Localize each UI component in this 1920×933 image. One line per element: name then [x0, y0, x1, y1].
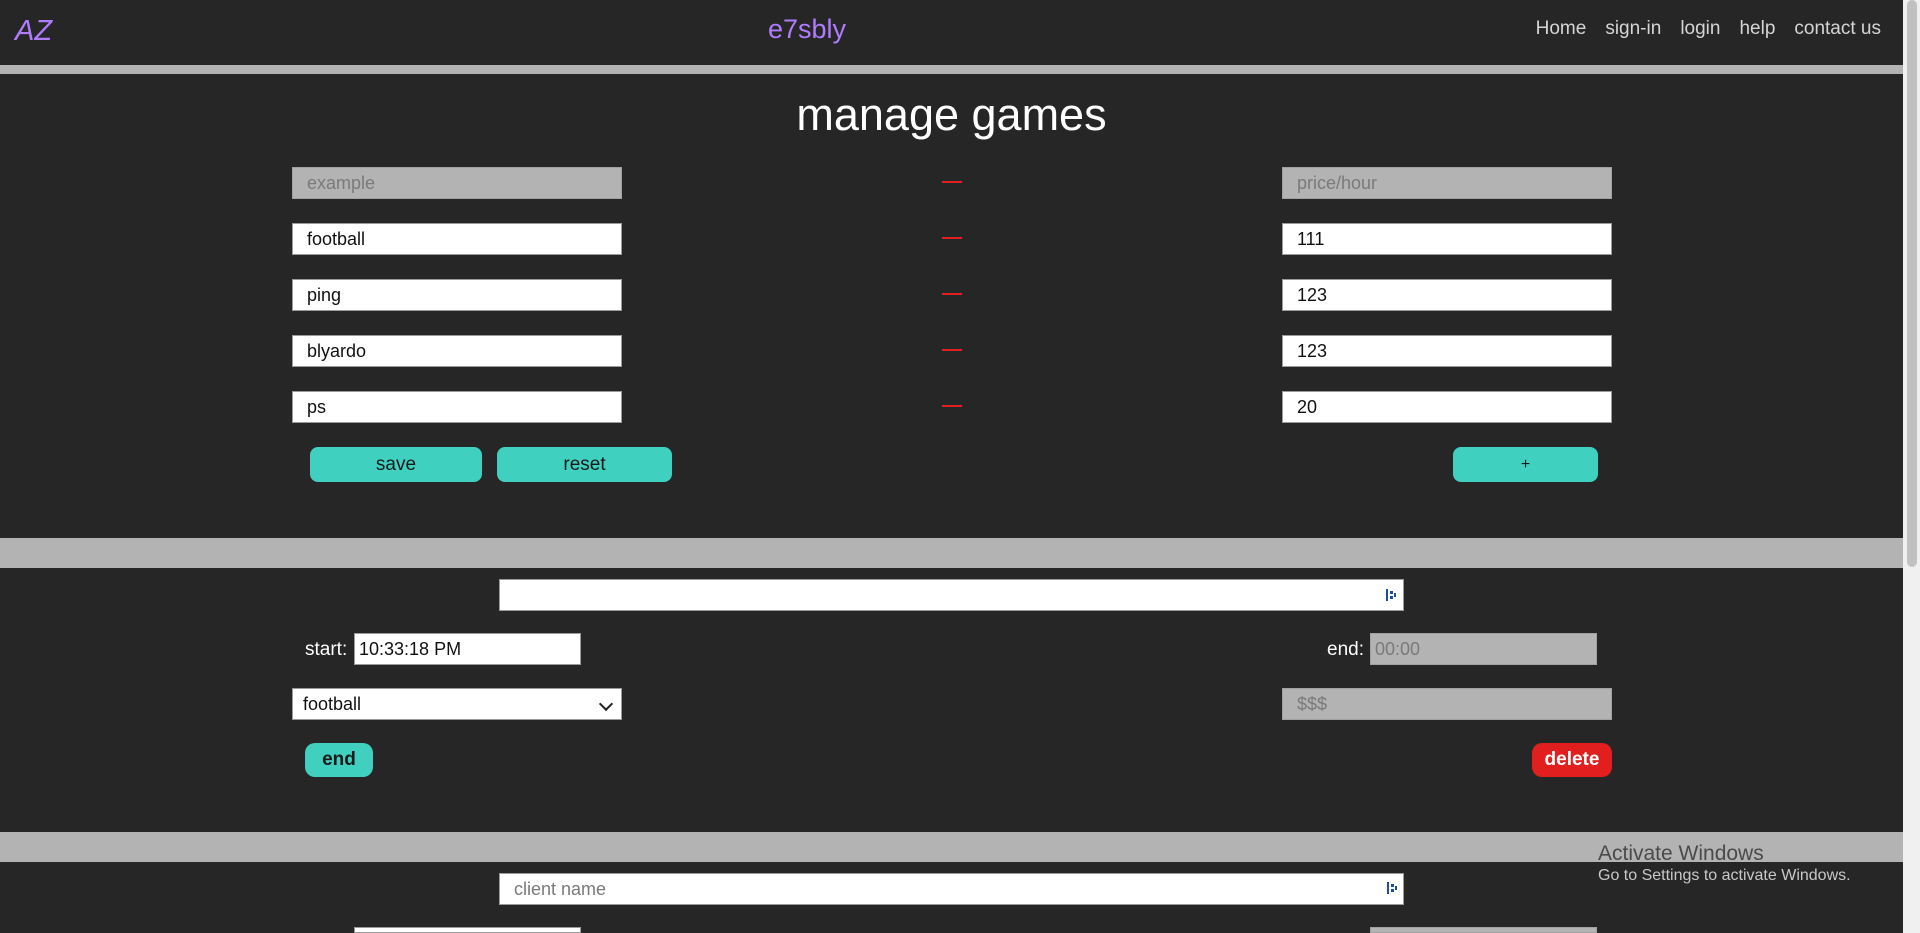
- scrollbar-thumb[interactable]: [1907, 0, 1917, 567]
- nav-link-home[interactable]: Home: [1536, 18, 1587, 40]
- activation-watermark-title: Activate Windows: [1598, 842, 1764, 865]
- logo[interactable]: AZ: [15, 15, 52, 48]
- site-title: e7sbly: [768, 14, 847, 44]
- start-time-input[interactable]: [354, 633, 581, 665]
- vertical-scrollbar[interactable]: [1903, 0, 1920, 933]
- remove-row-icon[interactable]: [942, 181, 962, 183]
- reset-button[interactable]: reset: [497, 447, 672, 482]
- game-price-input[interactable]: [1282, 279, 1612, 311]
- page-title: manage games: [796, 89, 1107, 140]
- add-game-button[interactable]: +: [1453, 447, 1598, 482]
- end-time-input[interactable]: [1370, 633, 1597, 665]
- chevron-down-icon: [598, 696, 614, 712]
- delete-session-button[interactable]: delete: [1532, 743, 1612, 777]
- navbar: AZ e7sbly Home sign-in login help contac…: [0, 0, 1903, 65]
- remove-row-icon[interactable]: [942, 293, 962, 295]
- price-per-hour-input-new[interactable]: [1282, 167, 1612, 199]
- start-time-input[interactable]: [354, 927, 581, 933]
- nav-link-help[interactable]: help: [1739, 18, 1775, 40]
- client-name-input[interactable]: [499, 579, 1404, 611]
- remove-row-icon[interactable]: [942, 349, 962, 351]
- activation-watermark-subtitle: Go to Settings to activate Windows.: [1598, 867, 1851, 884]
- remove-row-icon[interactable]: [942, 237, 962, 239]
- game-select[interactable]: football: [292, 688, 622, 720]
- game-price-input[interactable]: [1282, 223, 1612, 255]
- game-price-input[interactable]: [1282, 335, 1612, 367]
- contact-picker-icon[interactable]: [1385, 588, 1397, 602]
- client-name-input[interactable]: [499, 873, 1404, 905]
- end-label: end:: [1327, 639, 1364, 660]
- save-button[interactable]: save: [310, 447, 482, 482]
- price-output[interactable]: [1282, 688, 1612, 720]
- game-name-input[interactable]: [292, 335, 622, 367]
- section-divider: [0, 538, 1903, 568]
- nav-links: Home sign-in login help contact us: [1536, 18, 1881, 40]
- remove-row-icon[interactable]: [942, 405, 962, 407]
- game-name-input[interactable]: [292, 391, 622, 423]
- game-name-input[interactable]: [292, 223, 622, 255]
- start-label: start:: [305, 639, 348, 660]
- section-divider: [0, 65, 1903, 74]
- nav-link-sign-in[interactable]: sign-in: [1605, 18, 1661, 40]
- game-name-input[interactable]: [292, 279, 622, 311]
- end-session-button[interactable]: end: [305, 743, 373, 777]
- end-time-input[interactable]: [1370, 927, 1597, 933]
- page: AZ e7sbly Home sign-in login help contac…: [0, 0, 1903, 933]
- game-name-input-new[interactable]: [292, 167, 622, 199]
- nav-link-contact-us[interactable]: contact us: [1794, 18, 1881, 40]
- contact-picker-icon[interactable]: [1386, 881, 1398, 895]
- game-price-input[interactable]: [1282, 391, 1612, 423]
- nav-link-login[interactable]: login: [1680, 18, 1720, 40]
